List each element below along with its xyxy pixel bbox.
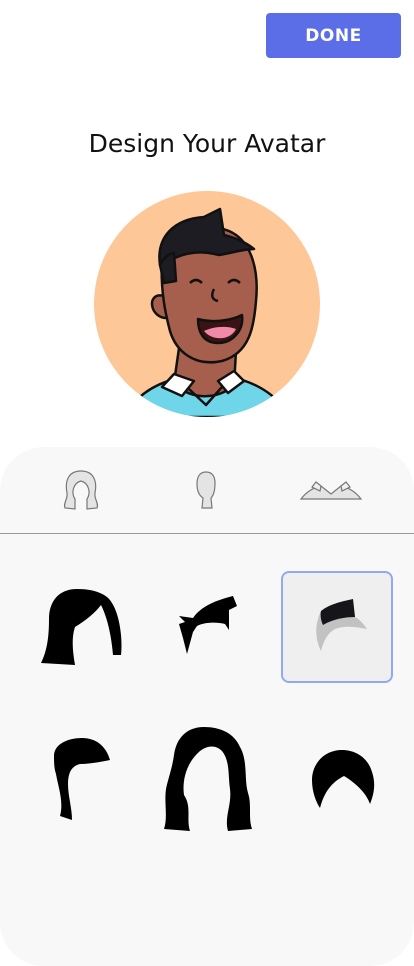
hair-spiky-icon — [179, 596, 237, 654]
hair-option-bowl[interactable] — [287, 723, 399, 835]
shirt-collar-icon — [299, 481, 363, 500]
hair-option-mohawk[interactable] — [281, 571, 393, 683]
hair-side-fringe-icon — [54, 738, 110, 820]
tab-clothing[interactable] — [296, 465, 366, 515]
category-tabs — [0, 447, 414, 534]
page-title: Design Your Avatar — [88, 129, 326, 158]
hair-bob-bangs-icon — [41, 589, 122, 665]
tab-hair[interactable] — [56, 465, 106, 515]
avatar-preview — [94, 191, 320, 417]
head-icon — [196, 471, 216, 509]
hair-bowl-icon — [312, 750, 375, 808]
customization-panel — [0, 447, 414, 966]
hair-option-bob-bangs[interactable] — [25, 571, 137, 683]
hair-icon — [63, 470, 99, 510]
hair-long-wavy-icon — [164, 727, 252, 831]
hair-option-spiky[interactable] — [150, 571, 262, 683]
done-button[interactable]: DONE — [266, 13, 401, 58]
hair-option-side-fringe[interactable] — [25, 723, 137, 835]
avatar-illustration — [94, 191, 320, 417]
hair-option-long-wavy[interactable] — [150, 723, 262, 835]
hair-mohawk-icon — [316, 599, 367, 651]
tab-head[interactable] — [186, 465, 226, 515]
